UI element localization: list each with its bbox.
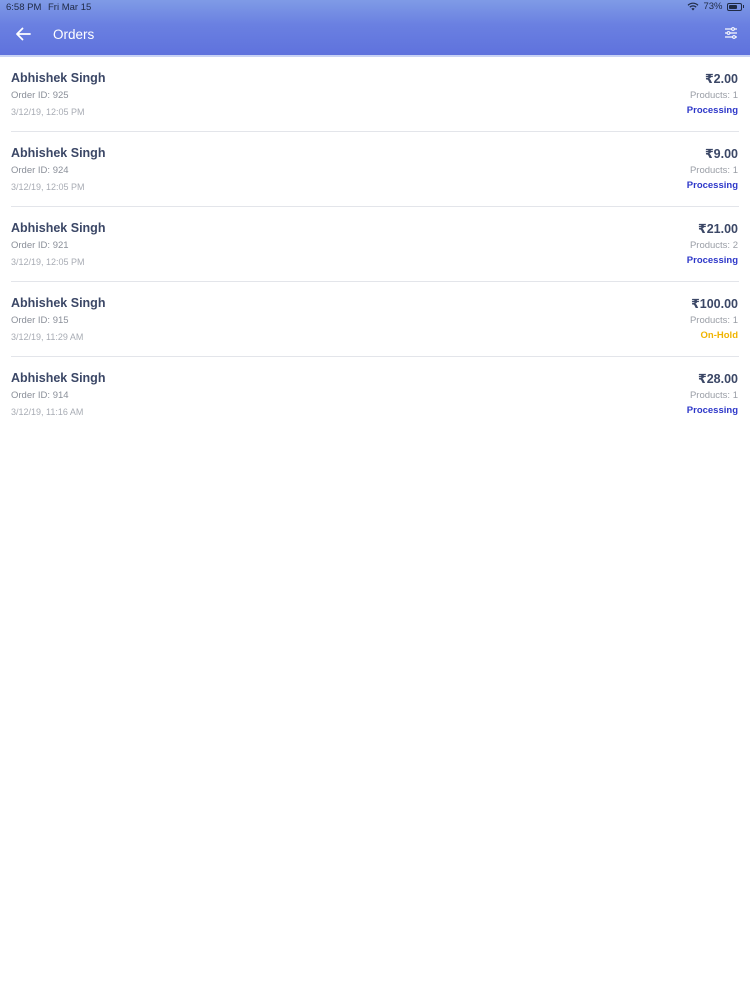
nav-bar: Orders bbox=[0, 16, 750, 55]
order-amount: ₹21.00 bbox=[698, 222, 738, 236]
order-date: 3/12/19, 11:29 AM bbox=[11, 332, 84, 342]
order-date: 3/12/19, 12:05 PM bbox=[11, 182, 85, 192]
order-row[interactable]: Abhishek Singh Order ID: 914 3/12/19, 11… bbox=[0, 357, 750, 432]
customer-name: Abhishek Singh bbox=[11, 221, 106, 235]
battery-icon bbox=[726, 2, 744, 11]
customer-name: Abhishek Singh bbox=[11, 71, 106, 85]
order-status-badge: Processing bbox=[686, 180, 738, 191]
status-date: Fri Mar 15 bbox=[48, 2, 92, 13]
app-header: 6:58 PM Fri Mar 15 73% Orders bbox=[0, 0, 750, 57]
order-products: Products: 1 bbox=[689, 165, 738, 176]
filter-button[interactable] bbox=[720, 24, 742, 46]
order-products: Products: 1 bbox=[689, 390, 738, 401]
order-amount: ₹9.00 bbox=[704, 147, 738, 161]
filter-icon bbox=[724, 26, 738, 44]
order-row[interactable]: Abhishek Singh Order ID: 925 3/12/19, 12… bbox=[0, 57, 750, 132]
order-date: 3/12/19, 11:16 AM bbox=[11, 407, 84, 417]
order-id: Order ID: 921 bbox=[11, 240, 69, 251]
status-indicators: 73% bbox=[687, 1, 744, 12]
order-amount: ₹100.00 bbox=[691, 297, 738, 311]
order-id: Order ID: 915 bbox=[11, 315, 69, 326]
order-date: 3/12/19, 12:05 PM bbox=[11, 107, 85, 117]
order-row[interactable]: Abhishek Singh Order ID: 924 3/12/19, 12… bbox=[0, 132, 750, 207]
customer-name: Abhishek Singh bbox=[11, 146, 106, 160]
order-row[interactable]: Abhishek Singh Order ID: 921 3/12/19, 12… bbox=[0, 207, 750, 282]
status-bar: 6:58 PM Fri Mar 15 73% bbox=[0, 0, 750, 16]
order-products: Products: 2 bbox=[689, 240, 738, 251]
order-status-badge: Processing bbox=[686, 255, 738, 266]
battery-percent: 73% bbox=[703, 1, 723, 12]
customer-name: Abhishek Singh bbox=[11, 296, 106, 310]
order-amount: ₹28.00 bbox=[698, 372, 738, 386]
back-button[interactable] bbox=[10, 23, 36, 49]
customer-name: Abhishek Singh bbox=[11, 371, 106, 385]
status-time: 6:58 PM bbox=[6, 2, 42, 13]
wifi-icon bbox=[687, 2, 699, 11]
order-id: Order ID: 914 bbox=[11, 390, 69, 401]
order-status-badge: On-Hold bbox=[700, 330, 738, 341]
order-id: Order ID: 924 bbox=[11, 165, 69, 176]
order-status-badge: Processing bbox=[686, 105, 738, 116]
page-title: Orders bbox=[53, 27, 95, 42]
order-id: Order ID: 925 bbox=[11, 90, 69, 101]
arrow-left-icon bbox=[15, 27, 31, 46]
order-products: Products: 1 bbox=[689, 90, 738, 101]
order-amount: ₹2.00 bbox=[704, 72, 738, 86]
order-products: Products: 1 bbox=[689, 315, 738, 326]
order-date: 3/12/19, 12:05 PM bbox=[11, 257, 85, 267]
order-row[interactable]: Abhishek Singh Order ID: 915 3/12/19, 11… bbox=[0, 282, 750, 357]
order-status-badge: Processing bbox=[686, 405, 738, 416]
order-list: Abhishek Singh Order ID: 925 3/12/19, 12… bbox=[0, 57, 750, 432]
